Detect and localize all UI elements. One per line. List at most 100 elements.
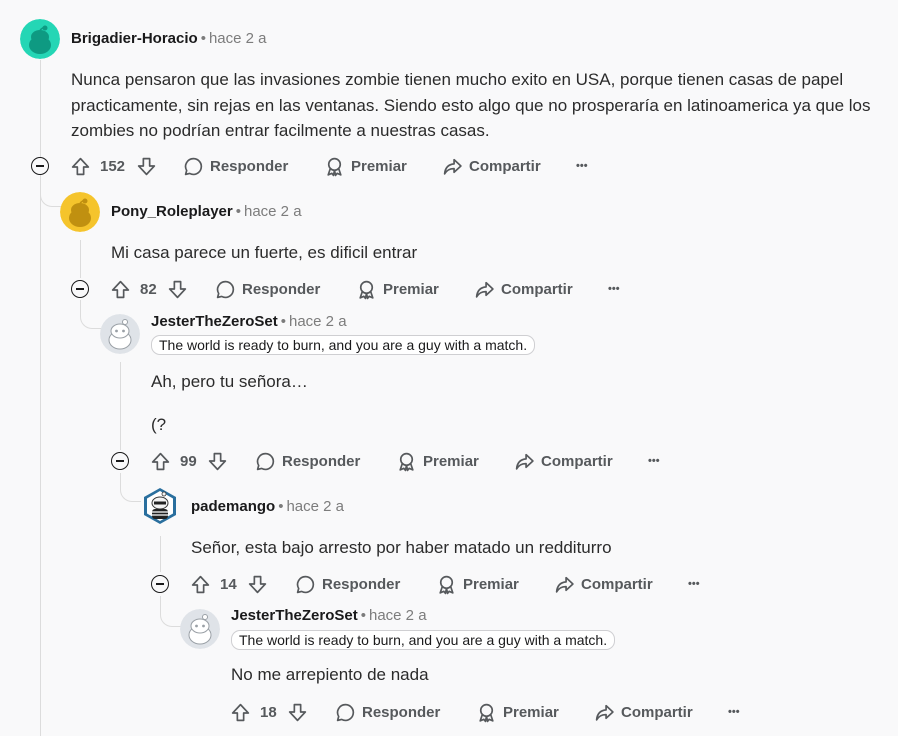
upvote-button[interactable]: [110, 274, 131, 304]
separator-dot: •: [200, 30, 206, 47]
more-options-button[interactable]: •••: [688, 569, 700, 599]
share-button[interactable]: Compartir: [474, 274, 573, 304]
thread-line-level-2[interactable]: [120, 362, 121, 450]
downvote-button[interactable]: [247, 569, 268, 599]
reply-button[interactable]: Responder: [295, 569, 400, 599]
avatar[interactable]: [140, 486, 180, 526]
timestamp[interactable]: hace 2 a: [244, 203, 302, 220]
reply-label: Responder: [322, 575, 401, 593]
award-button[interactable]: Premiar: [476, 697, 559, 727]
reply-button[interactable]: Responder: [255, 446, 360, 476]
collapse-button[interactable]: [31, 157, 49, 175]
comment-body: No me arrepiento de nada: [231, 665, 429, 684]
thread-elbow-level-4: [160, 596, 181, 627]
share-icon: [475, 281, 494, 298]
upvote-icon: [71, 157, 90, 175]
downvote-button[interactable]: [136, 151, 157, 181]
separator-dot: •: [235, 203, 241, 220]
upvote-button[interactable]: [230, 697, 251, 727]
upvote-button[interactable]: [150, 446, 171, 476]
more-options-button[interactable]: •••: [576, 151, 588, 181]
author-link[interactable]: JesterTheZeroSet: [151, 313, 278, 330]
reply-button[interactable]: Responder: [335, 697, 440, 727]
reply-label: Responder: [362, 703, 441, 721]
downvote-icon: [288, 703, 307, 721]
avatar[interactable]: [100, 314, 140, 354]
user-flair: The world is ready to burn, and you are …: [151, 335, 536, 355]
award-button[interactable]: Premiar: [396, 446, 479, 476]
more-options-button[interactable]: •••: [648, 446, 660, 476]
reply-button[interactable]: Responder: [215, 274, 320, 304]
downvote-button[interactable]: [287, 697, 308, 727]
share-icon: [555, 576, 574, 593]
comment-bubble-icon: [256, 452, 275, 470]
avatar[interactable]: [180, 609, 220, 649]
collapse-button[interactable]: [151, 575, 169, 593]
snoo-avatar-icon: [180, 609, 220, 649]
share-button[interactable]: Compartir: [554, 569, 653, 599]
comment-meta: JesterTheZeroSet • hace 2 a: [231, 607, 427, 625]
award-label: Premiar: [383, 280, 439, 298]
comment-meta: Pony_Roleplayer • hace 2 a: [111, 203, 302, 221]
collapse-button[interactable]: [71, 280, 89, 298]
award-icon: [399, 452, 414, 471]
author-link[interactable]: Brigadier-Horacio: [71, 30, 198, 47]
comment-meta: JesterTheZeroSet • hace 2 a: [151, 313, 347, 331]
award-button[interactable]: Premiar: [436, 569, 519, 599]
upvote-icon: [111, 280, 130, 298]
downvote-icon: [208, 452, 227, 470]
award-icon: [439, 575, 454, 594]
comment-bubble-icon: [296, 575, 315, 593]
downvote-button[interactable]: [167, 274, 188, 304]
upvote-button[interactable]: [70, 151, 91, 181]
timestamp[interactable]: hace 2 a: [209, 30, 267, 47]
vote-count: 14: [220, 575, 237, 593]
timestamp[interactable]: hace 2 a: [286, 498, 344, 515]
comment-body: Mi casa parece un fuerte, es dificil ent…: [111, 243, 418, 262]
separator-dot: •: [280, 313, 286, 330]
vote-count: 82: [140, 280, 157, 298]
user-flair: The world is ready to burn, and you are …: [231, 630, 616, 650]
share-button[interactable]: Compartir: [442, 151, 541, 181]
timestamp[interactable]: hace 2 a: [369, 607, 427, 624]
more-options-button[interactable]: •••: [608, 274, 620, 304]
award-button[interactable]: Premiar: [356, 274, 439, 304]
share-button[interactable]: Compartir: [594, 697, 693, 727]
vote-count: 18: [260, 703, 277, 721]
author-link[interactable]: Pony_Roleplayer: [111, 203, 233, 220]
award-icon: [327, 157, 342, 176]
author-link[interactable]: JesterTheZeroSet: [231, 607, 358, 624]
hexagon-snoo-avatar-icon: [144, 488, 176, 524]
avatar[interactable]: [20, 19, 60, 59]
upvote-button[interactable]: [190, 569, 211, 599]
award-label: Premiar: [351, 157, 407, 175]
comment-bubble-icon: [184, 157, 203, 175]
vote-count: 152: [100, 157, 126, 175]
award-icon: [479, 703, 494, 722]
upvote-icon: [231, 703, 250, 721]
award-button[interactable]: Premiar: [324, 151, 407, 181]
reply-button[interactable]: Responder: [183, 151, 288, 181]
comment-body-line: (?: [151, 415, 167, 434]
vote-count: 99: [180, 452, 197, 470]
award-icon: [359, 280, 374, 299]
thread-line-level-1[interactable]: [80, 240, 81, 278]
downvote-button[interactable]: [207, 446, 228, 476]
timestamp[interactable]: hace 2 a: [289, 313, 347, 330]
more-options-button[interactable]: •••: [728, 697, 740, 727]
avatar[interactable]: [60, 192, 100, 232]
share-button[interactable]: Compartir: [514, 446, 613, 476]
comment-bubble-icon: [336, 703, 355, 721]
share-label: Compartir: [581, 575, 653, 593]
comment-bubble-icon: [216, 280, 235, 298]
award-label: Premiar: [463, 575, 519, 593]
snoo-avatar-icon: [60, 192, 100, 232]
author-link[interactable]: pademango: [191, 498, 275, 515]
snoo-avatar-icon: [20, 19, 60, 59]
thread-elbow-level-1: [40, 178, 61, 207]
thread-line-level-3[interactable]: [160, 536, 161, 572]
collapse-button[interactable]: [111, 452, 129, 470]
thread-elbow-level-3: [120, 473, 141, 502]
separator-dot: •: [360, 607, 366, 624]
reply-label: Responder: [242, 280, 321, 298]
